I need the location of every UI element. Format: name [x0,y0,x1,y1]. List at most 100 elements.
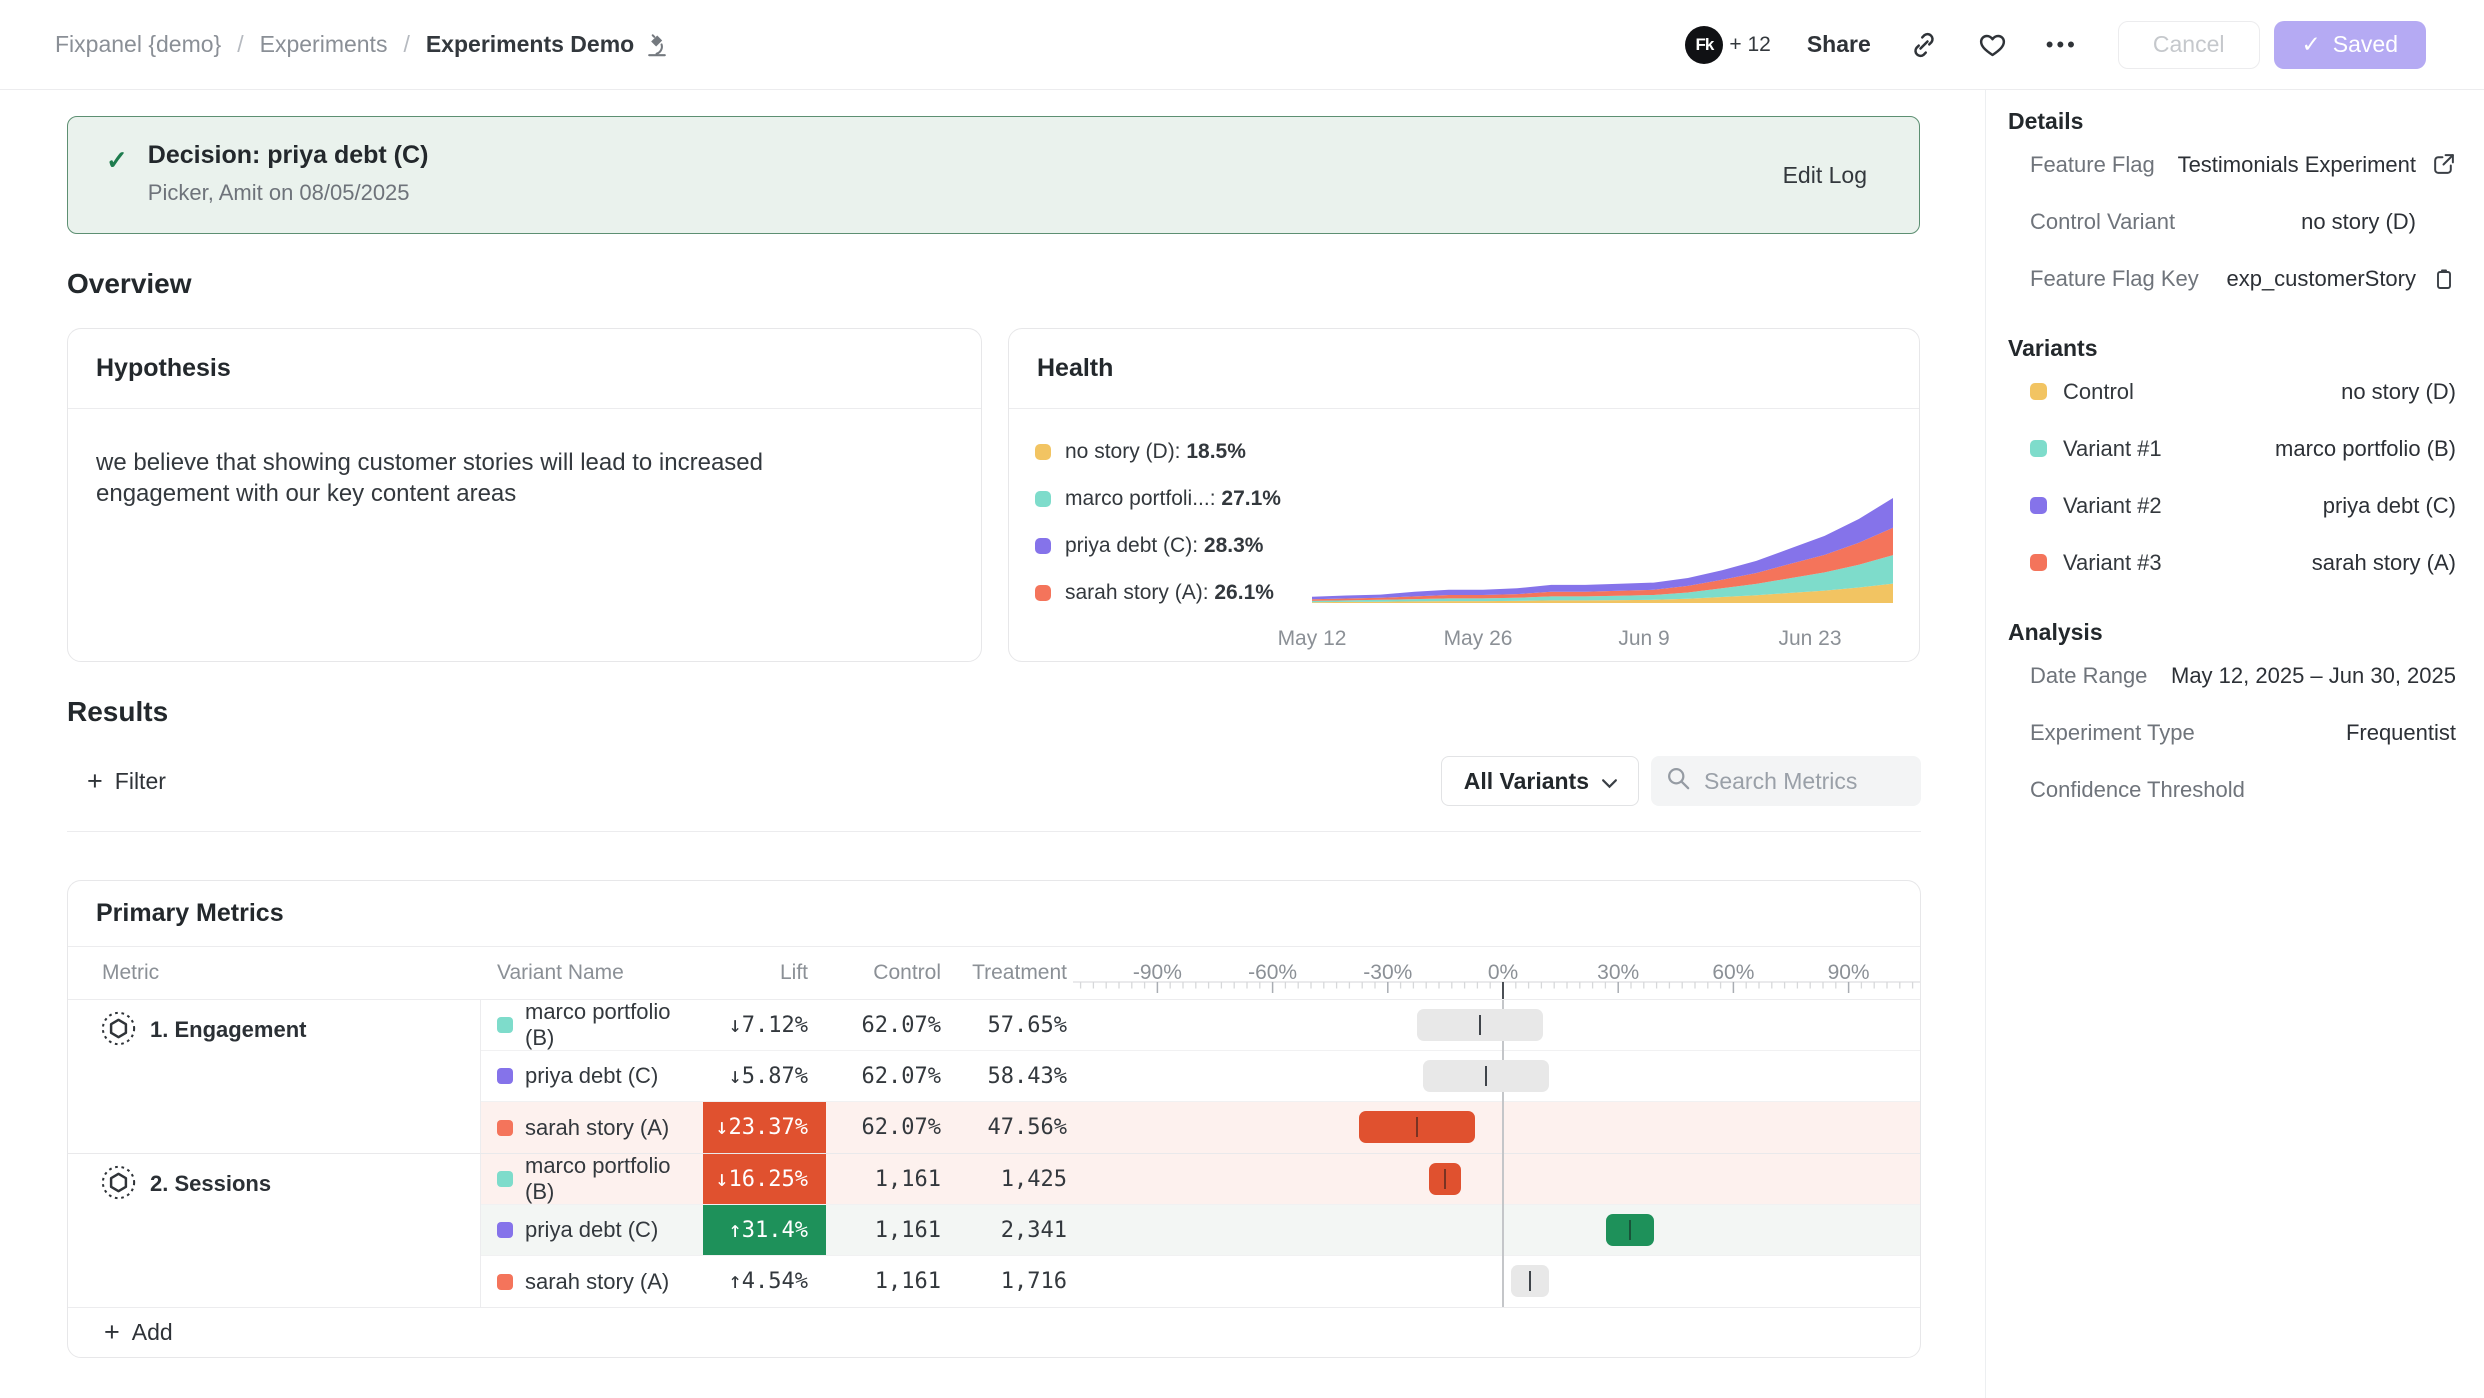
metric-name: 2. Sessions [150,1164,271,1307]
variant-value: sarah story (A) [2312,550,2456,576]
treatment-value-cell: 1,716 [947,1256,1073,1307]
details-heading: Details [2008,106,2456,136]
results-toolbar: + Filter All Variants [67,756,1921,806]
x-axis-label: May 26 [1444,627,1513,651]
confidence-interval-cell [1073,1205,1920,1255]
variant-color-chip [2030,440,2047,457]
confidence-interval-marker [1416,1117,1418,1137]
detail-row: Feature FlagTestimonials Experiment [2008,136,2456,193]
variant-name: sarah story (A) [525,1269,669,1295]
experiment-page: Fixpanel {demo}/Experiments/Experiments … [0,0,2484,1398]
topbar: Fixpanel {demo}/Experiments/Experiments … [0,0,2484,90]
variant-name: marco portfolio (B) [525,999,703,1051]
x-axis-label: Jun 23 [1778,627,1841,651]
copy-icon[interactable] [2416,267,2456,291]
favorite-heart-icon[interactable] [1977,29,2008,60]
confidence-interval-cell [1073,1000,1920,1050]
control-value-cell: 1,161 [826,1154,947,1204]
collaborator-count[interactable]: + 12 [1729,33,1770,57]
variant-name-cell: sarah story (A) [481,1256,703,1307]
table-row[interactable]: sarah story (A)↓23.37%62.07%47.56% [481,1102,1920,1153]
health-legend-item: priya debt (C): 28.3% [1035,533,1300,559]
detail-label: Feature Flag [2030,152,2155,178]
metric-cell[interactable]: 2. Sessions [68,1154,481,1307]
cancel-button[interactable]: Cancel [2118,21,2260,69]
external-link-icon[interactable] [2416,152,2456,177]
detail-label: Control Variant [2030,209,2175,235]
zero-gridline [1502,1000,1504,1307]
column-header-control: Control [826,947,947,999]
lift-cell: ↑31.4% [703,1205,826,1255]
add-metric-button[interactable]: + Add [68,1307,1920,1356]
detail-row: Feature Flag Keyexp_customerStory [2008,250,2456,307]
confidence-interval-marker [1479,1015,1481,1035]
variant-color-chip [497,1274,513,1290]
variant-filter-dropdown[interactable]: All Variants [1441,756,1639,806]
confidence-interval-marker [1529,1271,1531,1291]
copy-link-icon[interactable] [1909,30,1939,60]
more-options-icon[interactable]: ••• [2046,32,2078,58]
breadcrumb-item[interactable]: Experiments [260,31,388,58]
saved-button[interactable]: ✓ Saved [2274,21,2427,69]
axis-tick-label: -30% [1363,961,1412,985]
column-header-axis: -90%-60%-30%0%30%60%90% [1073,947,1920,999]
variant-color-chip [2030,383,2047,400]
metrics-table-header: Metric Variant Name Lift Control Treatme… [68,947,1920,1000]
variant-name-cell: marco portfolio (B) [481,1000,703,1050]
metric-cell[interactable]: 1. Engagement [68,1000,481,1153]
treatment-value-cell: 58.43% [947,1051,1073,1101]
variant-name: priya debt (C) [525,1217,658,1243]
health-legend-item: marco portfoli...: 27.1% [1035,486,1300,512]
control-value-cell: 62.07% [826,1102,947,1153]
search-input[interactable] [1702,767,1902,796]
lift-cell: ↓5.87% [703,1051,826,1101]
share-button[interactable]: Share [1807,31,1871,58]
table-row[interactable]: marco portfolio (B)↓16.25%1,1611,425 [481,1154,1920,1205]
variant-color-chip [2030,497,2047,514]
confidence-interval-cell [1073,1154,1920,1204]
table-row[interactable]: priya debt (C)↑31.4%1,1612,341 [481,1205,1920,1256]
health-legend: no story (D): 18.5%marco portfoli...: 27… [1035,409,1300,655]
legend-swatch [1035,491,1051,507]
hypothesis-title: Hypothesis [68,329,981,409]
metric-search[interactable] [1651,756,1921,806]
table-row[interactable]: priya debt (C)↓5.87%62.07%58.43% [481,1051,1920,1102]
variant-value: no story (D) [2341,379,2456,405]
axis-tick-label: -60% [1248,961,1297,985]
x-axis-label: May 12 [1278,627,1347,651]
confidence-interval-bar [1606,1214,1654,1246]
decision-check-icon: ✓ [106,145,128,176]
table-row[interactable]: sarah story (A)↑4.54%1,1611,716 [481,1256,1920,1307]
details-section: Details Feature FlagTestimonials Experim… [2008,106,2456,307]
metrics-table-body: 1. Engagement marco portfolio (B)↓7.12%62… [68,1000,1920,1307]
confidence-interval-marker [1629,1220,1631,1240]
breadcrumb-item[interactable]: Experiments Demo [426,31,670,58]
search-icon [1665,765,1692,797]
analysis-heading: Analysis [2008,617,2456,647]
microscope-icon [644,32,670,58]
health-title: Health [1009,329,1919,409]
table-row[interactable]: marco portfolio (B)↓7.12%62.07%57.65% [481,1000,1920,1051]
axis-tick-label: 30% [1597,961,1639,985]
avatar[interactable]: Fk [1685,26,1723,64]
confidence-interval-bar [1417,1009,1543,1041]
axis-tick-label: 60% [1712,961,1754,985]
edit-log-button[interactable]: Edit Log [1783,162,1867,189]
results-heading: Results [67,696,1920,728]
details-sidebar: Details Feature FlagTestimonials Experim… [1985,90,2484,1398]
divider [67,831,1921,832]
variant-color-chip [2030,554,2047,571]
lift-cell: ↑4.54% [703,1256,826,1307]
metric-name: 1. Engagement [150,1010,306,1153]
breadcrumb-item[interactable]: Fixpanel {demo} [55,31,221,58]
plus-icon: + [87,768,103,795]
overview-heading: Overview [67,268,1920,300]
column-header-treatment: Treatment [947,947,1073,999]
legend-swatch [1035,585,1051,601]
variant-value: priya debt (C) [2323,493,2456,519]
target-metric-icon [100,1164,137,1307]
analysis-value: Frequentist [2346,720,2456,746]
plus-icon: + [104,1319,120,1346]
hypothesis-text: we believe that showing customer stories… [68,409,898,509]
add-filter-button[interactable]: + Filter [87,768,166,795]
